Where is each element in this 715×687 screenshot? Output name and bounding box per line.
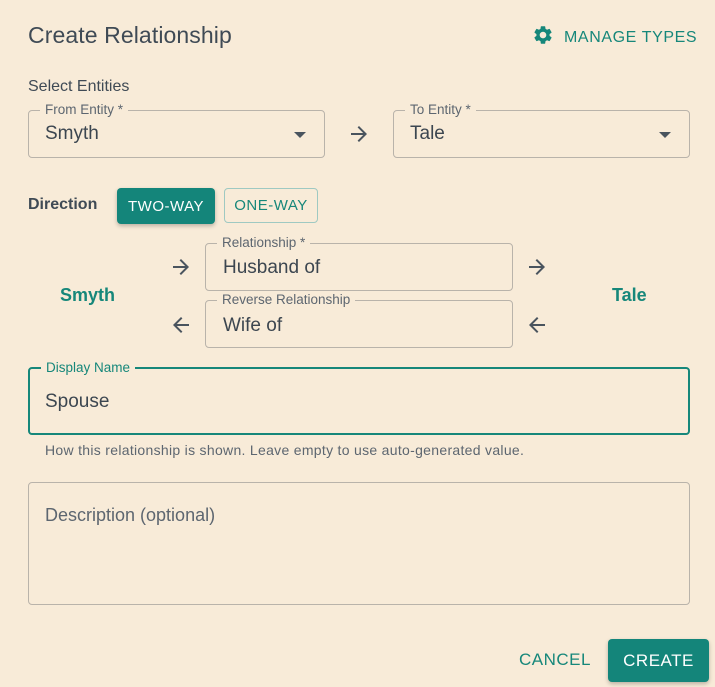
arrow-right-icon [169,255,193,279]
caret-down-icon [659,132,671,138]
caret-down-icon [294,132,306,138]
reverse-relationship-value: Wife of [223,315,283,336]
display-name-input[interactable]: Display Name Spouse [28,360,690,435]
to-entity-select[interactable]: To Entity * Tale [393,102,690,158]
manage-types-label: MANAGE TYPES [564,28,698,46]
from-entity-label: From Entity * [40,102,129,118]
display-name-value: Spouse [45,391,110,412]
two-way-button[interactable]: TWO-WAY [117,188,215,224]
arrow-right-icon [347,122,371,146]
description-textarea[interactable]: Description (optional) [28,482,690,605]
reverse-relationship-input[interactable]: Reverse Relationship Wife of [205,292,513,348]
create-button[interactable]: CREATE [608,639,709,682]
to-entity-label: To Entity * [405,102,476,118]
reverse-relationship-label: Reverse Relationship [217,292,356,308]
select-entities-label: Select Entities [28,78,130,95]
arrow-right-icon [525,255,549,279]
dialog-title: Create Relationship [28,22,232,48]
display-name-label: Display Name [41,360,136,376]
to-entity-name: Tale [612,285,647,305]
from-entity-select[interactable]: From Entity * Smyth [28,102,325,158]
relationship-label: Relationship * [217,235,311,251]
from-entity-value: Smyth [45,123,99,144]
cancel-button[interactable]: CANCEL [510,640,600,680]
display-name-helper: How this relationship is shown. Leave em… [45,442,525,458]
arrow-left-icon [169,313,193,337]
relationship-input[interactable]: Relationship * Husband of [205,235,513,291]
manage-types-button[interactable]: MANAGE TYPES [532,24,697,51]
one-way-button[interactable]: ONE-WAY [224,188,318,223]
to-entity-value: Tale [410,123,445,144]
from-entity-name: Smyth [60,285,116,305]
gear-icon [532,24,554,51]
direction-label: Direction [28,196,98,213]
arrow-left-icon [525,313,549,337]
relationship-value: Husband of [223,257,321,278]
description-placeholder: Description (optional) [45,505,216,525]
